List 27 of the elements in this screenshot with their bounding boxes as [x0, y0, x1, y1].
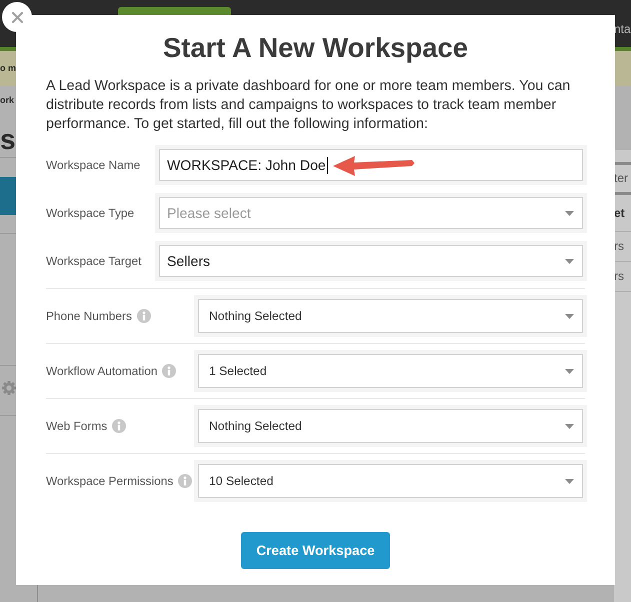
dialog-title: Start A New Workspace	[162, 31, 469, 65]
breadcrumb[interactable]: ork	[0, 95, 14, 106]
info-icon[interactable]	[162, 364, 176, 378]
info-icon[interactable]	[178, 474, 192, 488]
field-label: Workspace Permissions	[46, 474, 174, 488]
caret-icon	[565, 210, 574, 216]
active-menu-item[interactable]	[0, 177, 16, 215]
close-icon	[12, 12, 22, 22]
caret-icon	[565, 424, 574, 428]
gear-icon[interactable]	[2, 381, 16, 395]
dialog-description: A Lead Workspace is a private dashboard for one or more team members. You can distribute records from lists and campaigns to workspaces to track team member performance. To get started, fill out the following information:	[46, 77, 572, 134]
caret-icon	[565, 314, 574, 318]
info-icon[interactable]	[112, 419, 126, 433]
caret-icon	[565, 258, 574, 264]
banner-text: o m	[0, 63, 16, 74]
field-label: Web Forms	[46, 419, 108, 433]
caret-icon	[565, 478, 574, 484]
field-label: Workflow Automation	[46, 364, 158, 378]
field-label: Workspace Target	[46, 254, 142, 268]
field-label: Phone Numbers	[46, 309, 132, 323]
field-label: Workspace Type	[46, 206, 134, 220]
info-icon[interactable]	[136, 309, 151, 323]
nav-link[interactable]: nta	[614, 22, 631, 36]
page-heading: s	[0, 125, 16, 155]
caret-icon	[565, 368, 574, 374]
table-header: ter	[614, 170, 630, 187]
field-label: Workspace Name	[46, 158, 140, 172]
